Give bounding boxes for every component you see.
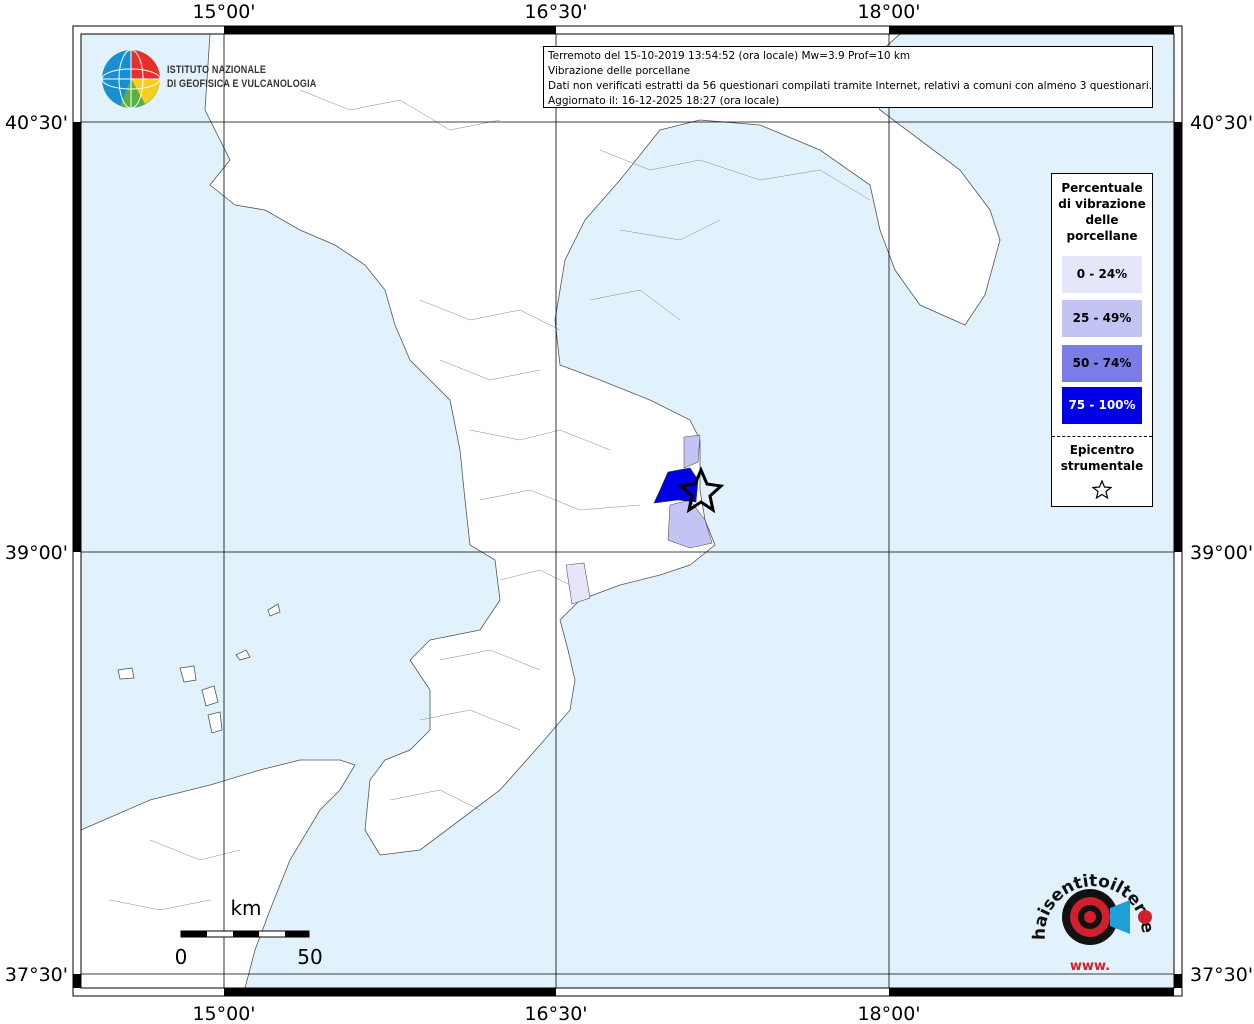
legend: Percentuale di vibrazione delle porcella… (1051, 173, 1153, 507)
legend-item-0-24: 0 - 24% (1062, 256, 1142, 293)
legend-title-line2: di vibrazione (1058, 197, 1146, 211)
ingv-logo-icon (101, 49, 161, 109)
lat-label-left-1: 40°30' (5, 112, 68, 134)
lat-label-left-2: 39°00' (5, 542, 68, 564)
lon-label-top-3: 18°00' (857, 1, 920, 23)
legend-epicenter-line2: strumentale (1060, 459, 1144, 473)
legend-item-75-100: 75 - 100% (1062, 387, 1142, 424)
legend-epicenter-label: Epicentro strumentale (1052, 442, 1152, 474)
lat-label-right-1: 40°30' (1190, 112, 1253, 134)
title-line-updated: Aggiornato il: 16-12-2025 18:27 (ora loc… (548, 95, 780, 107)
lat-label-right-3: 37°30' (1190, 964, 1253, 986)
title-line-source: Dati non verificati estratti da 56 quest… (548, 80, 1153, 92)
legend-item-25-49: 25 - 49% (1062, 300, 1142, 337)
title-line-event: Terremoto del 15-10-2019 13:54:52 (ora l… (548, 50, 911, 62)
lat-label-left-3: 37°30' (5, 964, 68, 986)
legend-title-line1: Percentuale (1061, 181, 1143, 195)
ingv-logo-text: ISTITUTO NAZIONALE DI GEOFISICA E VULCAN… (167, 63, 316, 91)
scale-unit: km (230, 896, 261, 920)
title-box: Terremoto del 15-10-2019 13:54:52 (ora l… (543, 46, 1153, 108)
ingv-logo-line1: ISTITUTO NAZIONALE (167, 64, 267, 76)
legend-title-line3: delle (1085, 213, 1119, 227)
title-line-parameter: Vibrazione delle porcellane (548, 65, 691, 77)
haisentito-www: www. (1070, 959, 1110, 974)
lat-label-right-2: 39°00' (1190, 542, 1253, 564)
lon-label-top-2: 16°30' (524, 1, 587, 23)
legend-item-50-74: 50 - 74% (1062, 345, 1142, 382)
legend-separator (1052, 436, 1152, 437)
ingv-logo-line2: DI GEOFISICA E VULCANOLOGIA (167, 78, 317, 90)
scale-end: 50 (297, 945, 322, 969)
legend-title-line4: porcellane (1066, 229, 1138, 243)
lon-label-bottom-1: 15°00' (192, 1003, 255, 1024)
scale-start: 0 (175, 945, 188, 969)
haisentito-logo-icon: haisentitoilterremoto.it www. (1030, 860, 1157, 974)
legend-epicenter-line1: Epicentro (1069, 443, 1135, 457)
legend-title: Percentuale di vibrazione delle porcella… (1052, 174, 1152, 244)
legend-star-icon (1092, 480, 1112, 500)
lon-label-bottom-3: 18°00' (857, 1003, 920, 1024)
lon-label-bottom-2: 16°30' (524, 1003, 587, 1024)
lon-label-top-1: 15°00' (192, 1, 255, 23)
